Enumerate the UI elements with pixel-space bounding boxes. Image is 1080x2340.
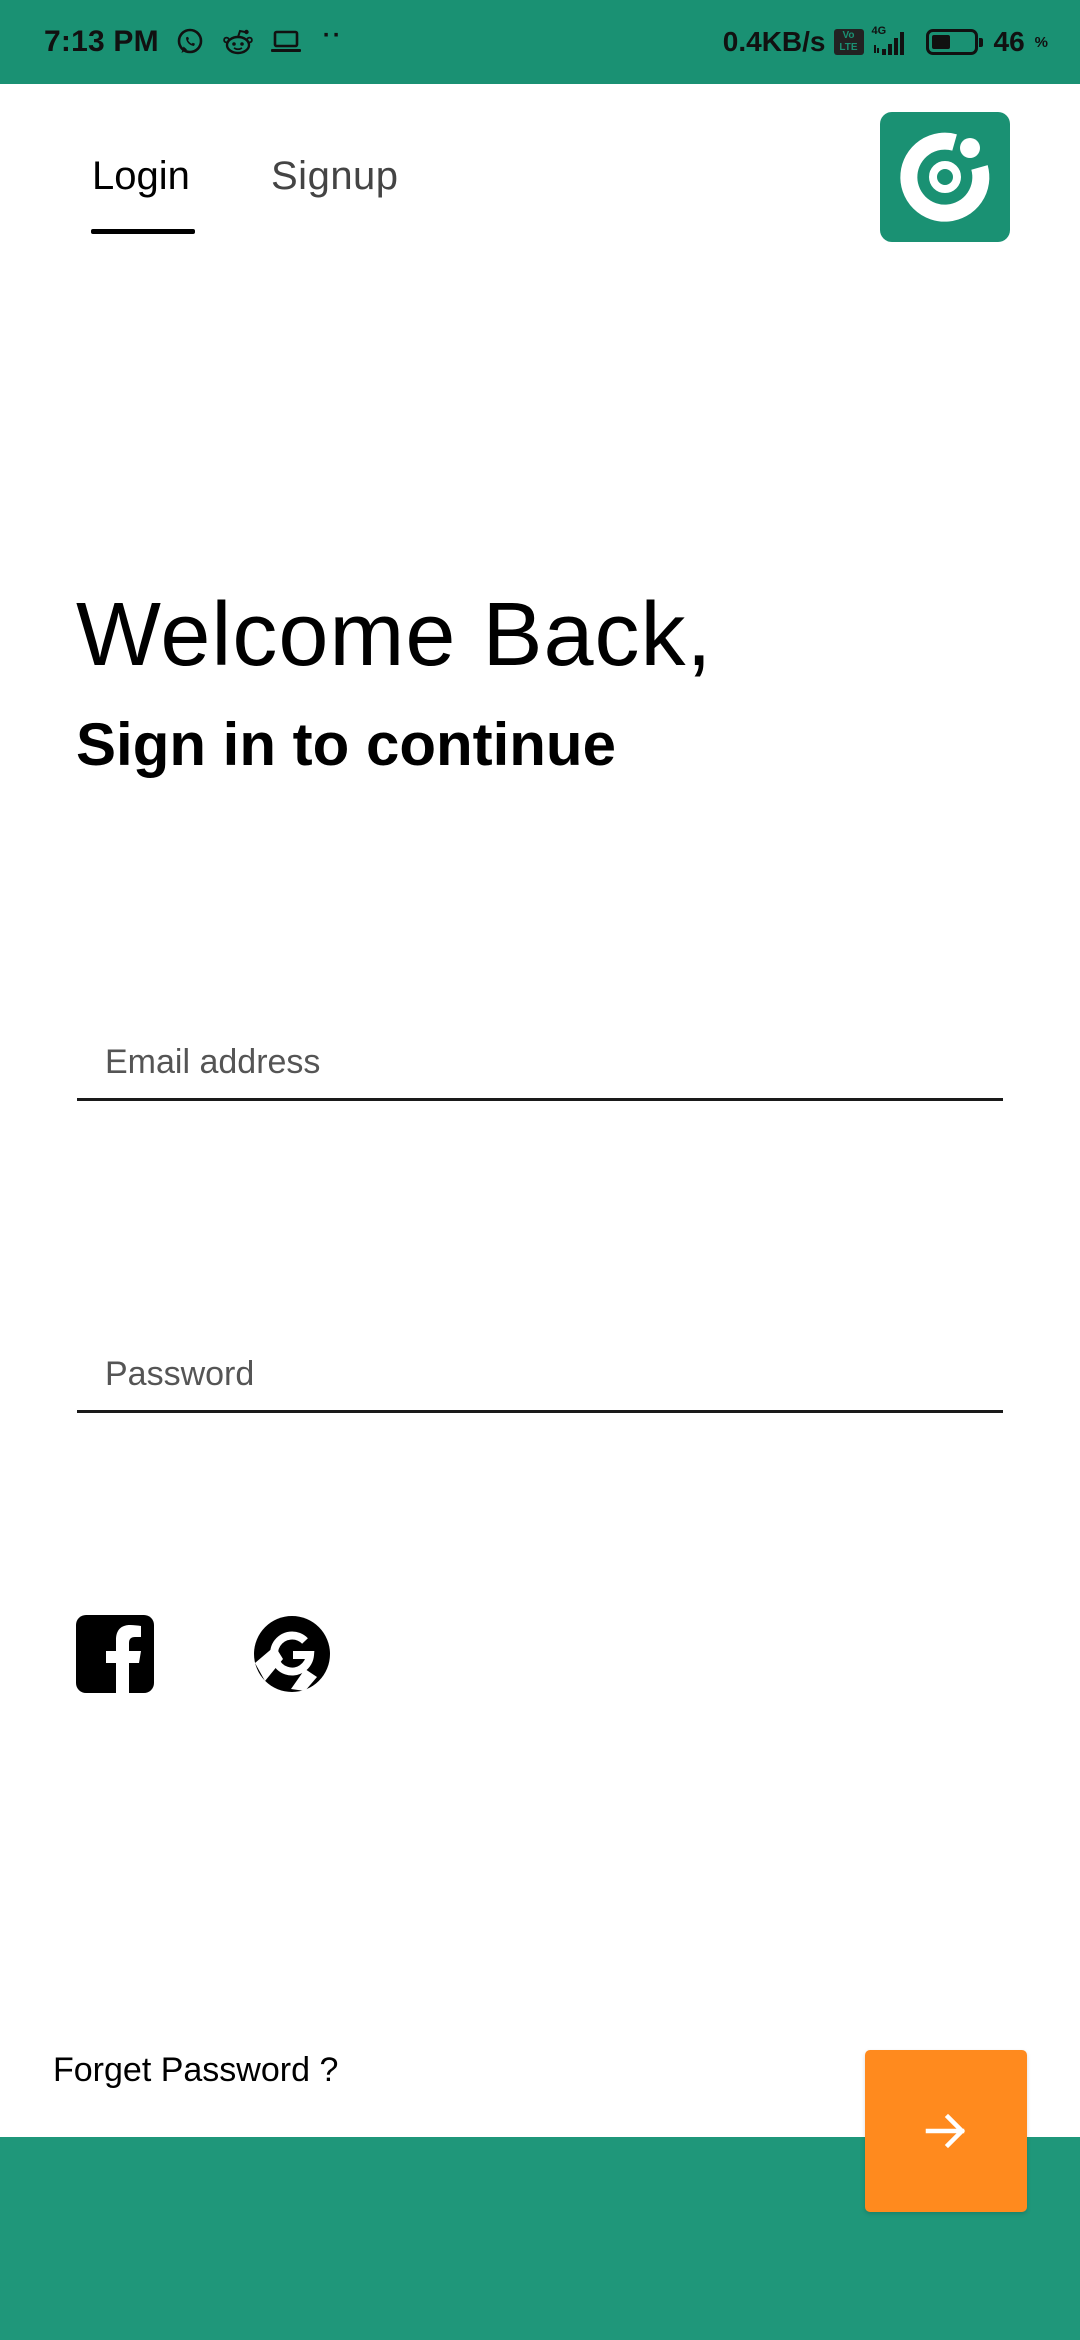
status-bar: 7:13 PM ·· 0.4KB/s Vo LTE 4G 46 % [0,0,1080,84]
battery-level: 46 [993,26,1025,57]
battery-tip [978,38,983,47]
status-bar-left: 7:13 PM ·· [44,0,343,84]
google-icon [254,1616,330,1692]
status-bar-right: 0.4KB/s Vo LTE 4G 46 % [723,0,1048,84]
whatsapp-icon [173,25,207,59]
network-speed: 0.4KB/s [722,26,826,57]
laptop-icon [269,25,303,59]
battery-fill [931,35,950,49]
reddit-icon [221,25,255,59]
signin-subtitle: Sign in to continue [76,711,616,778]
app-logo [880,112,1010,242]
google-login-button[interactable] [253,1615,331,1693]
status-time: 7:13 PM [44,25,159,58]
tab-login[interactable]: Login [92,150,190,202]
next-button[interactable] [865,2050,1027,2212]
facebook-login-button[interactable] [76,1615,154,1693]
login-screen: 7:13 PM ·· 0.4KB/s Vo LTE 4G 46 % Login … [0,0,1080,2340]
app-logo-icon [900,132,990,222]
signal-icon: 4G [872,25,910,59]
active-tab-indicator [91,229,195,234]
volte-icon: Vo LTE [833,29,864,55]
battery-percent-sign: % [1034,33,1048,51]
password-input[interactable] [105,1355,985,1394]
password-field[interactable] [77,1315,1003,1413]
welcome-heading: Welcome Back, [76,585,713,685]
forget-password-link[interactable]: Forget Password ? [53,2048,338,2092]
email-input[interactable] [105,1043,985,1082]
facebook-icon [76,1615,154,1693]
email-field[interactable] [77,1003,1003,1101]
battery-icon [925,29,983,55]
status-overflow-dots: ·· [322,22,343,49]
arrow-right-icon [925,2113,966,2149]
tab-signup[interactable]: Signup [271,150,399,202]
